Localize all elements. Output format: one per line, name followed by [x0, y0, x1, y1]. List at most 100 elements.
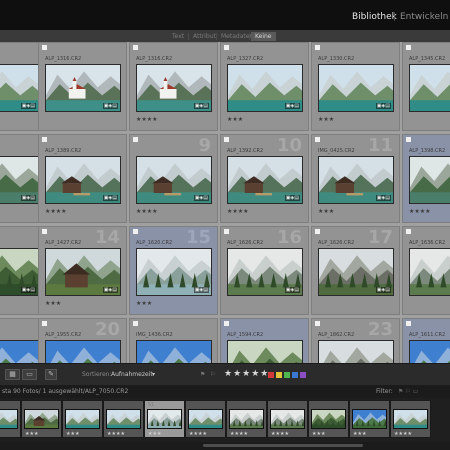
grid-cell[interactable]: 10 ALP_1392.CR2 ▣◈▤ ★★★★ — [220, 134, 309, 223]
grid-cell[interactable]: ALP_1389.CR2 ▣◈▤ ★★★★ — [38, 134, 127, 223]
metadata-badges-icon[interactable]: ▣◈▤ — [375, 195, 391, 201]
grid-cell[interactable]: 11 IMG_0425.CR2 ▣◈▤ ★★★ — [311, 134, 400, 223]
star-rating[interactable]: ★★★ — [227, 116, 243, 123]
star-rating[interactable]: ★★★★ — [136, 116, 158, 123]
photo-thumbnail[interactable] — [65, 409, 100, 429]
photo-thumbnail[interactable] — [0, 409, 18, 429]
color-label-purple[interactable] — [300, 372, 306, 378]
flag-icon[interactable] — [42, 137, 47, 142]
filmstrip-scrollbar[interactable] — [0, 442, 450, 450]
color-label-green[interactable] — [284, 372, 290, 378]
grid-cell[interactable]: 14 ALP_1427.CR2 ▣◈▤ ★★★ — [38, 226, 127, 315]
grid-cell[interactable]: 24ALP_1611.CR2▣◈▤ — [402, 318, 450, 363]
flag-icon[interactable]: ⚑ — [200, 371, 205, 378]
filter-text[interactable]: Text — [168, 32, 188, 41]
filmstrip-cell[interactable]: ★★★★ — [103, 400, 144, 438]
grid-cell[interactable]: ALP_1330.CR2 ▣◈▤ ★★★ — [311, 42, 400, 131]
spray-can-icon[interactable]: ✎ — [45, 369, 57, 380]
filmstrip-cell[interactable]: ★★★ — [21, 400, 62, 438]
photo-thumbnail[interactable] — [270, 409, 305, 429]
filter-flag-icon[interactable]: ⚑ ⚐ ▭ — [398, 388, 418, 395]
grid-cell[interactable]: 18ALP_1636.CR2▣◈▤ — [402, 226, 450, 315]
photo-thumbnail[interactable] — [136, 340, 212, 363]
filter-none[interactable]: Keine — [251, 32, 276, 41]
star-rating[interactable]: ★★★ — [318, 116, 334, 123]
filmstrip-cell[interactable]: ★★★ — [308, 400, 349, 438]
grid-cell[interactable]: 15 ALP_1620.CR2 ▣◈▤ ★★★ — [129, 226, 218, 315]
star-rating[interactable]: ★★★★ — [136, 208, 158, 215]
flag-icon[interactable] — [224, 45, 229, 50]
grid-cell[interactable]: 17 ALP_1626.CR2 ▣◈▤ — [311, 226, 400, 315]
photo-thumbnail[interactable] — [409, 64, 450, 112]
flag-icon[interactable] — [42, 45, 47, 50]
module-develop[interactable]: Entwickeln — [400, 12, 448, 22]
filmstrip-info[interactable]: sta 90 Fotos/ 1 ausgewählt/ALP_7050.CR2 — [2, 388, 128, 395]
grid-cell[interactable]: 9 ▣◈▤ ★★★★ — [129, 134, 218, 223]
reject-flag-icon[interactable]: ⚐ — [210, 371, 215, 378]
photo-thumbnail[interactable] — [0, 340, 39, 363]
metadata-badges-icon[interactable]: ▣◈▤ — [20, 195, 36, 201]
grid-view-button[interactable]: ▦ — [5, 369, 20, 380]
metadata-badges-icon[interactable]: ▣◈▤ — [284, 195, 300, 201]
grid-cell[interactable]: ALP_1594.CR2▣◈▤ — [220, 318, 309, 363]
grid-cell[interactable]: ALP_1345.CR2▣◈▤ — [402, 42, 450, 131]
color-label-yellow[interactable] — [276, 372, 282, 378]
flag-icon[interactable] — [133, 229, 138, 234]
filmstrip-cell[interactable]: 51 ★★★ — [144, 400, 185, 438]
filmstrip-cell[interactable]: ★★★★ — [390, 400, 431, 438]
module-library[interactable]: Bibliothek — [352, 12, 397, 22]
photo-thumbnail[interactable] — [393, 409, 428, 429]
filmstrip-cell[interactable]: ★★★ — [349, 400, 390, 438]
grid-cell[interactable]: 20ALP_1955.CR2▣◈▤ — [38, 318, 127, 363]
metadata-badges-icon[interactable]: ▣◈▤ — [375, 103, 391, 109]
photo-thumbnail[interactable] — [352, 409, 387, 429]
photo-thumbnail[interactable] — [45, 340, 121, 363]
metadata-badges-icon[interactable]: ▣◈▤ — [102, 103, 118, 109]
filmstrip-cell[interactable]: ★★★★ — [267, 400, 308, 438]
flag-icon[interactable] — [315, 137, 320, 142]
flag-icon[interactable] — [224, 137, 229, 142]
star-rating[interactable]: ★★★★ — [227, 208, 249, 215]
flag-icon[interactable] — [133, 321, 138, 326]
grid-cell[interactable]: IMG_1436.CR2▣◈▤ — [129, 318, 218, 363]
flag-icon[interactable] — [406, 45, 411, 50]
star-rating[interactable]: ★★★ — [45, 300, 61, 307]
loupe-view-button[interactable]: ▭ — [22, 369, 37, 380]
star-rating[interactable]: ★★★ — [318, 208, 334, 215]
photo-thumbnail[interactable] — [229, 409, 264, 429]
metadata-badges-icon[interactable]: ▣◈▤ — [193, 103, 209, 109]
flag-icon[interactable] — [42, 229, 47, 234]
rating-stars[interactable]: ★★★★★ — [224, 369, 269, 379]
flag-icon[interactable] — [406, 321, 411, 326]
photo-thumbnail[interactable] — [147, 409, 182, 429]
flag-icon[interactable] — [406, 229, 411, 234]
filmstrip-cell[interactable]: ★★★★ — [185, 400, 226, 438]
flag-icon[interactable] — [224, 229, 229, 234]
filmstrip-cell[interactable] — [0, 400, 21, 438]
flag-icon[interactable] — [224, 321, 229, 326]
flag-icon[interactable] — [315, 229, 320, 234]
flag-icon[interactable] — [315, 45, 320, 50]
metadata-badges-icon[interactable]: ▣◈▤ — [102, 287, 118, 293]
photo-thumbnail[interactable] — [188, 409, 223, 429]
metadata-badges-icon[interactable]: ▣◈▤ — [102, 195, 118, 201]
star-rating[interactable]: ★★★★ — [409, 208, 431, 215]
photo-thumbnail[interactable] — [106, 409, 141, 429]
photo-thumbnail[interactable] — [409, 156, 450, 204]
metadata-badges-icon[interactable]: ▣◈▤ — [284, 103, 300, 109]
metadata-badges-icon[interactable]: ▣◈▤ — [284, 287, 300, 293]
filmstrip-cell[interactable]: ★★★★ — [226, 400, 267, 438]
metadata-badges-icon[interactable]: ▣◈▤ — [20, 287, 36, 293]
flag-icon[interactable] — [315, 321, 320, 326]
star-rating[interactable]: ★★★ — [136, 300, 152, 307]
flag-icon[interactable] — [406, 137, 411, 142]
photo-thumbnail[interactable] — [311, 409, 346, 429]
photo-thumbnail[interactable] — [318, 340, 394, 363]
star-rating[interactable]: ★★★★ — [45, 208, 67, 215]
photo-thumbnail[interactable] — [409, 248, 450, 296]
flag-icon[interactable] — [133, 45, 138, 50]
chevron-down-icon[interactable]: ▾ — [152, 371, 155, 378]
metadata-badges-icon[interactable]: ▣◈▤ — [193, 195, 209, 201]
metadata-badges-icon[interactable]: ▣◈▤ — [20, 103, 36, 109]
grid-cell[interactable]: ALP_1316.CR2 ▣◈▤ — [38, 42, 127, 131]
